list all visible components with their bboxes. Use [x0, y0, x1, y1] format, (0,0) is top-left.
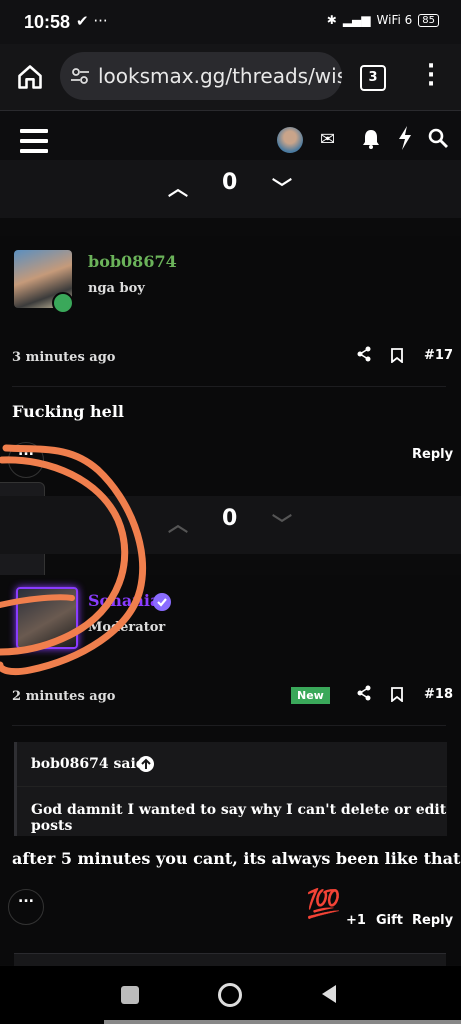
wifi-label: WiFi 6 — [376, 13, 413, 27]
more-menu-icon[interactable]: · · · — [424, 56, 438, 96]
arrow-up-circle-icon[interactable] — [137, 755, 155, 773]
vote-bar: ︿ 0 ﹀ — [0, 160, 461, 218]
reply-button[interactable]: Reply — [412, 447, 453, 462]
home-icon[interactable] — [16, 63, 44, 91]
bell-icon[interactable] — [362, 129, 380, 149]
post-user-title: nga boy — [88, 281, 145, 296]
quote-author[interactable]: bob08674 said: — [31, 756, 151, 772]
bluetooth-icon: ✱ — [326, 13, 337, 27]
status-time: 10:58 — [24, 12, 71, 32]
notification-icons: ✔ ··· — [76, 12, 108, 30]
vote-score: 0 — [222, 506, 238, 531]
quote-header[interactable]: bob08674 said: — [17, 742, 447, 787]
bookmark-icon[interactable] — [391, 687, 403, 702]
more-options-button[interactable]: ... — [8, 889, 44, 925]
share-icon[interactable] — [356, 346, 372, 362]
online-indicator — [52, 292, 74, 314]
annotation-scribble — [0, 444, 147, 676]
next-quote-edge — [14, 953, 446, 966]
site-settings-icon[interactable] — [70, 66, 90, 86]
signal-icon: ▂▄▆ — [342, 13, 371, 27]
downvote-icon[interactable]: ﹀ — [272, 172, 292, 201]
lightning-icon[interactable] — [398, 126, 412, 150]
user-avatar[interactable] — [277, 127, 303, 153]
post-timestamp[interactable]: 3 minutes ago — [12, 350, 115, 365]
new-badge: New — [291, 687, 330, 704]
battery-icon: 85 — [418, 13, 439, 27]
quote-text: God damnit I wanted to say why I can't d… — [31, 802, 447, 834]
divider — [12, 386, 446, 387]
address-bar[interactable]: looksmax.gg/threads/wisd — [60, 52, 342, 100]
downvote-icon[interactable]: ﹀ — [272, 508, 292, 537]
upvote-icon[interactable]: ︿ — [168, 172, 188, 201]
share-icon[interactable] — [356, 685, 372, 701]
post-number[interactable]: #18 — [424, 687, 453, 702]
post-body: Fucking hell — [12, 402, 124, 421]
home-nav-icon[interactable] — [218, 983, 242, 1007]
post-number[interactable]: #17 — [424, 348, 453, 363]
status-bar: 10:58 ✔ ··· ✱ ▂▄▆ WiFi 6 85 — [0, 0, 461, 44]
quote-block: bob08674 said: God damnit I wanted to sa… — [14, 742, 447, 836]
gesture-handle — [104, 1020, 461, 1024]
post-timestamp[interactable]: 2 minutes ago — [12, 689, 115, 704]
mail-icon[interactable]: ✉ — [320, 129, 335, 150]
recents-icon[interactable] — [121, 986, 139, 1004]
gift-button[interactable]: Gift — [376, 913, 403, 928]
upvote-icon[interactable]: ︿ — [168, 508, 188, 537]
vote-score: 0 — [222, 170, 238, 195]
reaction-emoji[interactable]: 💯 — [306, 887, 341, 920]
reply-button[interactable]: Reply — [412, 913, 453, 928]
back-icon[interactable] — [320, 984, 338, 1004]
post-username[interactable]: bob08674 — [88, 252, 177, 271]
search-icon[interactable] — [428, 128, 448, 148]
url-text[interactable]: looksmax.gg/threads/wisd — [98, 64, 342, 88]
browser-toolbar: looksmax.gg/threads/wisd 3 · · · — [0, 44, 461, 111]
post-body: after 5 minutes you cant, its always bee… — [12, 849, 461, 868]
reaction-count[interactable]: +1 — [346, 913, 366, 928]
tab-switcher-button[interactable]: 3 — [360, 65, 386, 91]
bookmark-icon[interactable] — [391, 348, 403, 363]
android-nav-bar — [0, 966, 461, 1024]
divider — [12, 725, 446, 726]
hamburger-menu-icon[interactable] — [20, 129, 48, 159]
status-right: ✱ ▂▄▆ WiFi 6 85 — [327, 13, 439, 27]
